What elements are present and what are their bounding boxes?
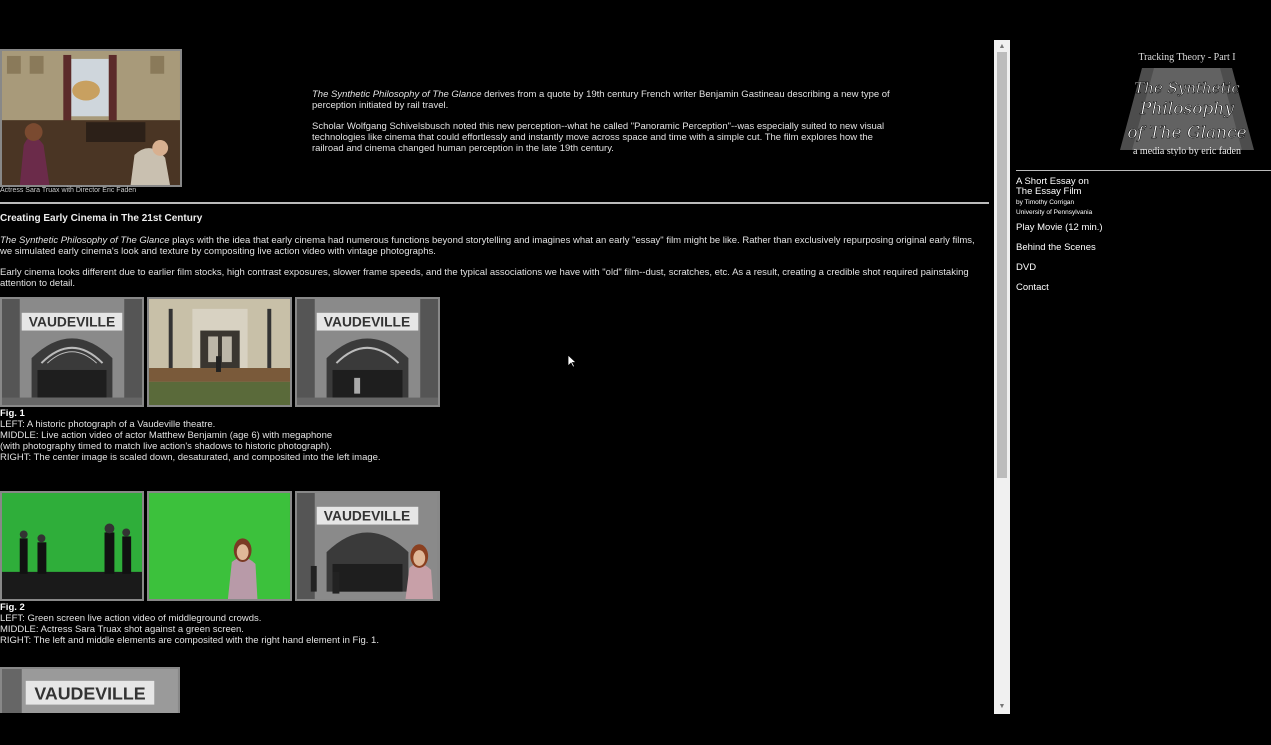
nav-play-movie[interactable]: Play Movie (12 min.) <box>1016 222 1103 233</box>
scrollbar-thumb[interactable] <box>997 52 1007 478</box>
section-divider <box>0 202 989 204</box>
intro-paragraph-1: The Synthetic Philosophy of The Glance d… <box>312 89 890 111</box>
fig1-right-image: VAUDEVILLE <box>295 297 440 407</box>
intro-photo <box>0 49 182 187</box>
fig2-line-1: LEFT: Green screen live action video of … <box>0 613 262 624</box>
section-paragraph-2: Early cinema looks different due to earl… <box>0 267 969 289</box>
fig2-right-sign: VAUDEVILLE <box>324 509 410 524</box>
section-paragraph-1: The Synthetic Philosophy of The Glance p… <box>0 235 975 257</box>
logo-line-1: The Synthetic <box>1134 79 1240 97</box>
fig2-right-image: VAUDEVILLE <box>295 491 440 601</box>
fig2-middle-image <box>147 491 292 601</box>
nav-dvd[interactable]: DVD <box>1016 262 1036 273</box>
fig1-label: Fig. 1 <box>0 408 25 419</box>
fig1-left-sign: VAUDEVILLE <box>29 315 115 330</box>
intro-text: The Synthetic Philosophy of The Glance d… <box>312 89 892 164</box>
fig1-caption: Fig. 1 LEFT: A historic photograph of a … <box>0 408 381 463</box>
logo-line-3: of The Glance <box>1127 123 1246 143</box>
nav-behind-the-scenes[interactable]: Behind the Scenes <box>1016 242 1096 253</box>
main-content: Actress Sara Truax with Director Eric Fa… <box>0 40 992 713</box>
main-scrollbar[interactable]: ▲ ▼ <box>994 40 1010 714</box>
logo-top-text: Tracking Theory - Part I <box>1138 52 1235 63</box>
sidebar: Tracking Theory - Part I The Synthetic P… <box>1016 40 1271 713</box>
fig3-left-image: VAUDEVILLE <box>0 667 180 713</box>
logo-subtitle: a media stylo by eric faden <box>1133 146 1241 156</box>
fig1-line-2: MIDDLE: Live action video of actor Matth… <box>0 430 333 441</box>
intro-paragraph-2: Scholar Wolfgang Schivelsbusch noted thi… <box>312 121 885 154</box>
fig2-line-3: RIGHT: The left and middle elements are … <box>0 635 379 646</box>
scroll-down-arrow-icon[interactable]: ▼ <box>994 700 1010 714</box>
fig2-line-2: MIDDLE: Actress Sara Truax shot against … <box>0 624 244 635</box>
fig1-line-4: RIGHT: The center image is scaled down, … <box>0 452 381 463</box>
fig1-line-1: LEFT: A historic photograph of a Vaudevi… <box>0 419 216 430</box>
fig2-left-image <box>0 491 144 601</box>
section-heading: Creating Early Cinema in The 21st Centur… <box>0 213 203 224</box>
essay-author: by Timothy Corrigan <box>1016 199 1075 206</box>
nav-contact[interactable]: Contact <box>1016 282 1049 293</box>
fig2-label: Fig. 2 <box>0 602 25 613</box>
intro-photo-caption: Actress Sara Truax with Director Eric Fa… <box>0 187 137 194</box>
fig2-caption: Fig. 2 LEFT: Green screen live action vi… <box>0 602 379 646</box>
fig1-right-sign: VAUDEVILLE <box>324 315 410 330</box>
fig1-line-3: (with photography timed to match live ac… <box>0 441 332 452</box>
fig1-middle-image <box>147 297 292 407</box>
essay-affiliation: University of Pennsylvania <box>1016 209 1093 216</box>
mouse-cursor-icon <box>567 354 578 373</box>
fig1-left-image: VAUDEVILLE <box>0 297 144 407</box>
fig3-sign: VAUDEVILLE <box>34 684 145 704</box>
site-logo[interactable]: Tracking Theory - Part I The Synthetic P… <box>1114 50 1260 157</box>
sidebar-divider <box>1016 170 1271 171</box>
nav-essay-link[interactable]: A Short Essay on The Essay Film by Timot… <box>1016 177 1092 217</box>
logo-line-2: Philosophy <box>1139 99 1234 119</box>
